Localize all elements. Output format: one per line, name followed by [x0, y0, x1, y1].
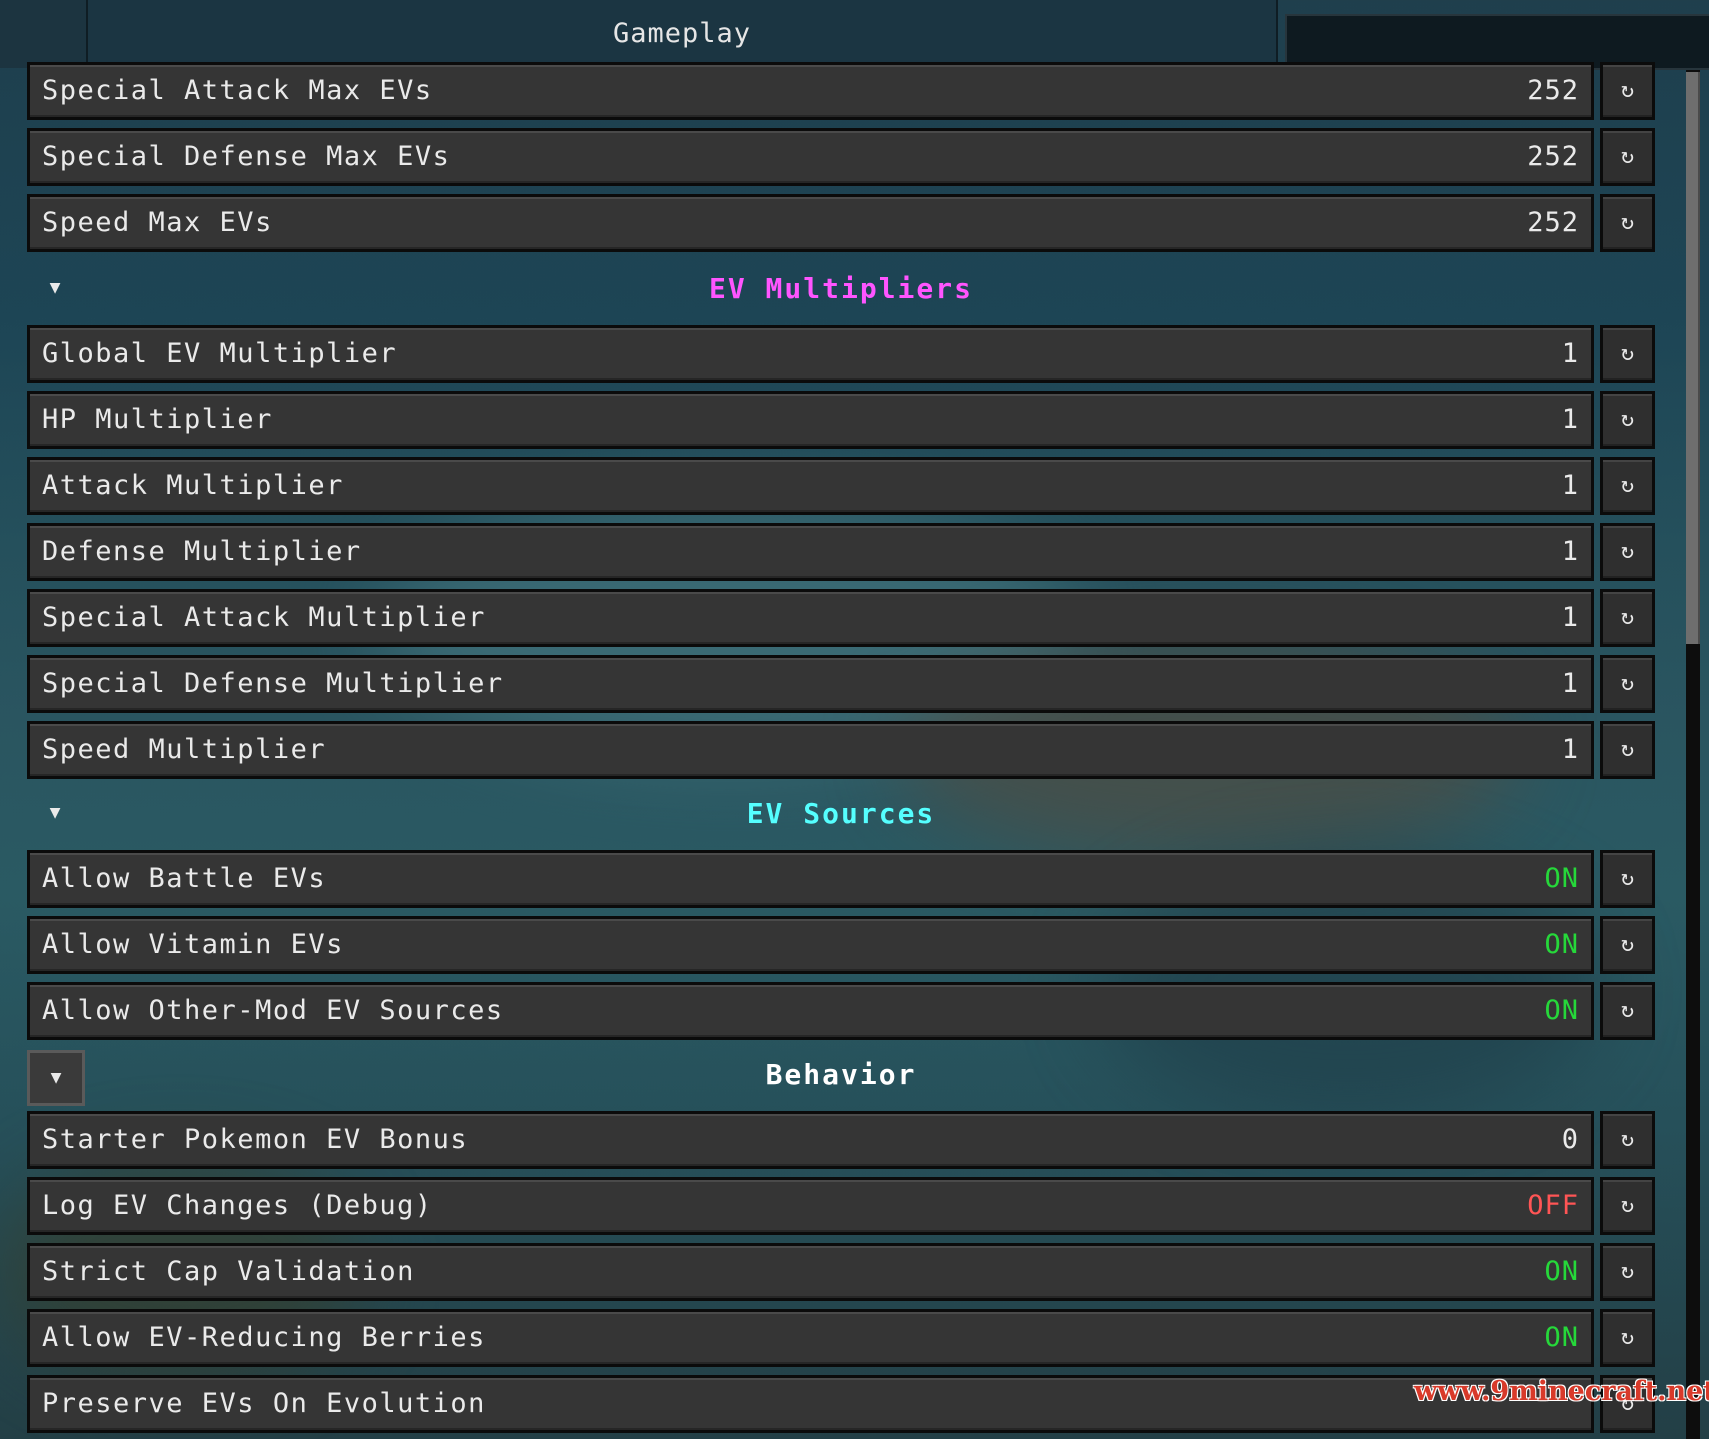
- watermark-text: www.9minecraft.net: [1414, 1376, 1709, 1407]
- setting-label: Allow Other-Mod EV Sources: [42, 995, 504, 1026]
- setting-label: HP Multiplier: [42, 404, 273, 435]
- setting-label: Allow Battle EVs: [42, 863, 327, 894]
- reset-icon[interactable]: ↻: [1600, 194, 1655, 252]
- setting-label: Special Attack Max EVs: [42, 75, 433, 106]
- setting-value[interactable]: 1: [1562, 668, 1579, 699]
- setting-row[interactable]: Allow Vitamin EVs ON: [27, 916, 1594, 974]
- setting-value[interactable]: 252: [1527, 141, 1579, 172]
- setting-label: Allow Vitamin EVs: [42, 929, 344, 960]
- setting-label: Speed Max EVs: [42, 207, 273, 238]
- setting-label: Special Defense Multiplier: [42, 668, 504, 699]
- setting-row[interactable]: Special Defense Multiplier 1: [27, 655, 1594, 713]
- reset-icon[interactable]: ↻: [1600, 457, 1655, 515]
- setting-value[interactable]: ON: [1544, 995, 1579, 1026]
- setting-row[interactable]: Attack Multiplier 1: [27, 457, 1594, 515]
- section-title: EV Sources: [746, 797, 936, 830]
- section-title: EV Multipliers: [708, 272, 973, 305]
- setting-row[interactable]: Special Attack Multiplier 1: [27, 589, 1594, 647]
- scrollbar-thumb[interactable]: [1686, 72, 1700, 644]
- reset-icon[interactable]: ↻: [1600, 523, 1655, 581]
- reset-icon[interactable]: ↻: [1600, 325, 1655, 383]
- setting-row[interactable]: HP Multiplier 1: [27, 391, 1594, 449]
- setting-label: Special Defense Max EVs: [42, 141, 451, 172]
- setting-row[interactable]: Allow EV-Reducing Berries ON: [27, 1309, 1594, 1367]
- setting-row[interactable]: Defense Multiplier 1: [27, 523, 1594, 581]
- reset-icon[interactable]: ↻: [1600, 128, 1655, 186]
- section-header-multipliers: ▼ EV Multipliers: [27, 262, 1655, 318]
- setting-value[interactable]: 1: [1562, 602, 1579, 633]
- reset-icon[interactable]: ↻: [1600, 391, 1655, 449]
- reset-icon[interactable]: ↻: [1600, 916, 1655, 974]
- setting-value[interactable]: ON: [1544, 929, 1579, 960]
- reset-icon[interactable]: ↻: [1600, 62, 1655, 120]
- reset-icon[interactable]: ↻: [1600, 982, 1655, 1040]
- reset-icon[interactable]: ↻: [1600, 655, 1655, 713]
- reset-icon[interactable]: ↻: [1600, 1309, 1655, 1367]
- setting-label: Speed Multiplier: [42, 734, 327, 765]
- section-header-behavior: ▼ Behavior: [27, 1048, 1655, 1106]
- setting-label: Preserve EVs On Evolution: [42, 1388, 486, 1419]
- setting-row[interactable]: Global EV Multiplier 1: [27, 325, 1594, 383]
- setting-value[interactable]: 252: [1527, 207, 1579, 238]
- setting-row[interactable]: Strict Cap Validation ON: [27, 1243, 1594, 1301]
- setting-row[interactable]: Special Defense Max EVs 252: [27, 128, 1594, 186]
- setting-row[interactable]: Starter Pokemon EV Bonus 0: [27, 1111, 1594, 1169]
- setting-row[interactable]: Speed Max EVs 252: [27, 194, 1594, 252]
- setting-value[interactable]: ON: [1544, 1322, 1579, 1353]
- setting-value[interactable]: 252: [1527, 75, 1579, 106]
- setting-value[interactable]: ON: [1544, 863, 1579, 894]
- reset-icon[interactable]: ↻: [1600, 589, 1655, 647]
- setting-label: Special Attack Multiplier: [42, 602, 486, 633]
- setting-value[interactable]: ON: [1544, 1256, 1579, 1287]
- setting-row[interactable]: Log EV Changes (Debug) OFF: [27, 1177, 1594, 1235]
- section-header-sources: ▼ EV Sources: [27, 787, 1655, 843]
- setting-value[interactable]: 0: [1562, 1124, 1579, 1155]
- setting-value[interactable]: OFF: [1527, 1190, 1579, 1221]
- setting-row[interactable]: Allow Battle EVs ON: [27, 850, 1594, 908]
- setting-label: Strict Cap Validation: [42, 1256, 415, 1287]
- setting-row[interactable]: Speed Multiplier 1: [27, 721, 1594, 779]
- setting-label: Allow EV-Reducing Berries: [42, 1322, 486, 1353]
- setting-label: Defense Multiplier: [42, 536, 362, 567]
- setting-label: Global EV Multiplier: [42, 338, 398, 369]
- setting-value[interactable]: 1: [1562, 404, 1579, 435]
- setting-row[interactable]: Allow Other-Mod EV Sources ON: [27, 982, 1594, 1040]
- setting-row[interactable]: Preserve EVs On Evolution: [27, 1375, 1594, 1433]
- setting-value[interactable]: 1: [1562, 470, 1579, 501]
- reset-icon[interactable]: ↻: [1600, 721, 1655, 779]
- reset-icon[interactable]: ↻: [1600, 850, 1655, 908]
- reset-icon[interactable]: ↻: [1600, 1243, 1655, 1301]
- section-title: Behavior: [765, 1058, 917, 1091]
- setting-label: Log EV Changes (Debug): [42, 1190, 433, 1221]
- setting-value[interactable]: 1: [1562, 338, 1579, 369]
- settings-list: Special Attack Max EVs 252 ↻ Special Defens…: [0, 0, 1709, 1439]
- reset-icon[interactable]: ↻: [1600, 1111, 1655, 1169]
- setting-label: Starter Pokemon EV Bonus: [42, 1124, 469, 1155]
- setting-value[interactable]: 1: [1562, 734, 1579, 765]
- reset-icon[interactable]: ↻: [1600, 1177, 1655, 1235]
- setting-row[interactable]: Special Attack Max EVs 252: [27, 62, 1594, 120]
- setting-value[interactable]: 1: [1562, 536, 1579, 567]
- setting-label: Attack Multiplier: [42, 470, 344, 501]
